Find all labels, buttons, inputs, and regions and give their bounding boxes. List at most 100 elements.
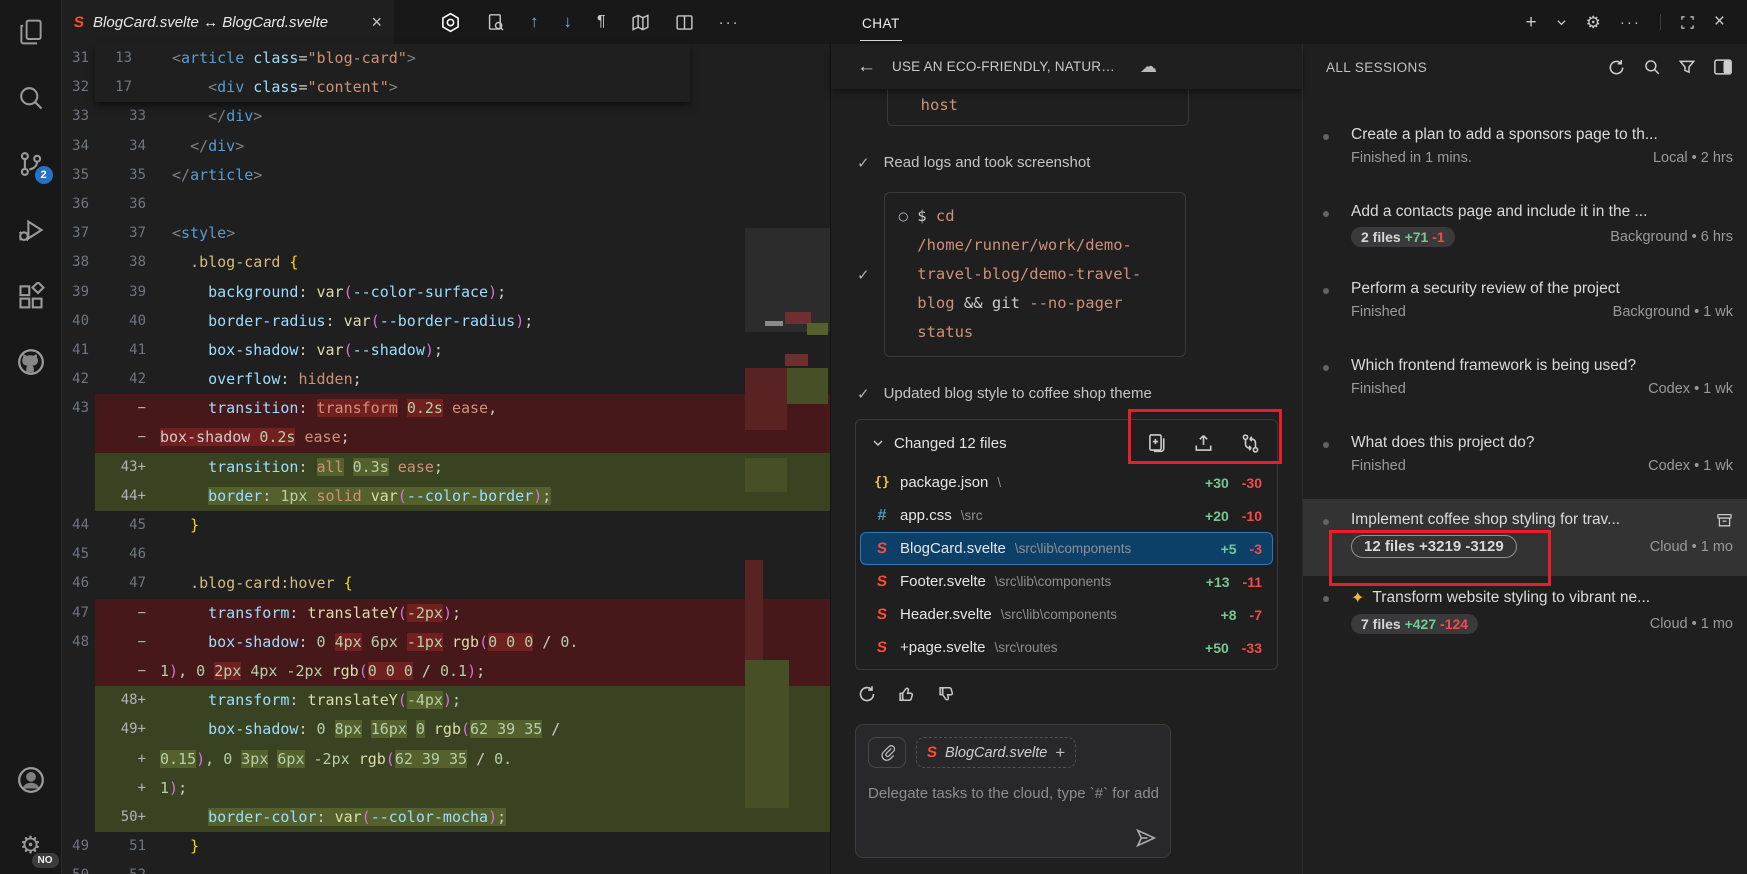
session-item[interactable]: ✦Transform website styling to vibrant ne… <box>1303 576 1747 653</box>
openai-codex-icon[interactable] <box>440 12 461 33</box>
scrollbar-handle[interactable] <box>765 321 783 326</box>
filter-icon[interactable] <box>1678 58 1696 76</box>
code-line[interactable]: 49+ box-shadow: 0 8px 16px 0 rgb(62 39 3… <box>62 715 830 744</box>
thumbs-down-icon[interactable] <box>937 684 957 704</box>
account-icon[interactable] <box>15 764 47 796</box>
chat-input-box[interactable]: S BlogCard.svelte + Delegate tasks to th… <box>855 724 1171 858</box>
code-token: var <box>344 312 371 330</box>
next-change-icon[interactable]: ↓ <box>564 12 573 32</box>
context-chip-blogcard[interactable]: S BlogCard.svelte + <box>916 737 1076 768</box>
code-token <box>326 720 335 738</box>
git-compare-icon[interactable] <box>1240 433 1261 454</box>
changed-file-row[interactable]: SHeader.svelte\src\lib\components+8-7 <box>860 598 1273 631</box>
code-line[interactable]: 50+ border-color: var(--color-mocha); <box>62 803 830 832</box>
code-line[interactable]: 48− box-shadow: 0 4px 6px -1px rgb(0 0 0… <box>62 628 830 657</box>
session-subtitle: FinishedCodex • 1 wk <box>1351 458 1733 474</box>
sticky-scroll-header[interactable]: 13<article class="blog-card">17 <div cla… <box>95 44 690 102</box>
changed-file-row[interactable]: #app.css\src+20-10 <box>860 499 1273 532</box>
code-line[interactable]: 44+ border: 1px solid var(--color-border… <box>62 482 830 511</box>
code-line[interactable]: 4647 .blog-card:hover { <box>62 569 830 598</box>
send-icon[interactable] <box>1135 827 1157 849</box>
map-icon[interactable] <box>631 13 650 32</box>
apply-changes-icon[interactable] <box>1193 433 1214 454</box>
code-line[interactable]: 3535</article> <box>62 161 830 190</box>
render-whitespace-icon[interactable]: ¶ <box>597 13 606 31</box>
back-icon[interactable]: ← <box>857 56 876 78</box>
source-control-icon[interactable]: 2 <box>15 148 47 180</box>
code-token: : <box>298 720 316 738</box>
search-sessions-icon[interactable] <box>1643 58 1661 76</box>
tab-blogcard-svelte[interactable]: S BlogCard.svelte ↔ BlogCard.svelte × <box>62 0 394 44</box>
extensions-icon[interactable] <box>15 280 47 312</box>
changed-file-row[interactable]: {}package.json\+30-30 <box>860 466 1273 499</box>
code-line[interactable]: 48+ transform: translateY(-4px); <box>62 686 830 715</box>
code-line[interactable]: 4040 border-radius: var(--border-radius)… <box>62 307 830 336</box>
code-line[interactable]: 3838 .blog-card { <box>62 248 830 277</box>
code-token: border-color <box>208 808 316 826</box>
session-title-text: Perform a security review of the project <box>1351 280 1620 298</box>
session-item[interactable]: Create a plan to add a sponsors page to … <box>1303 114 1747 191</box>
changed-file-row[interactable]: S+page.svelte\src\routes+50-33 <box>860 631 1273 664</box>
explorer-icon[interactable] <box>15 16 47 48</box>
session-item[interactable]: Which frontend framework is being used?F… <box>1303 345 1747 422</box>
code-line[interactable]: 3737<style> <box>62 219 830 248</box>
code-token: ; <box>434 341 443 359</box>
changed-file-row[interactable]: SBlogCard.svelte\src\lib\components+5-3 <box>860 532 1273 565</box>
chat-more-icon[interactable]: ··· <box>1620 14 1641 31</box>
code-line[interactable]: 47− transform: translateY(-2px); <box>62 599 830 628</box>
new-chat-dropdown-icon[interactable] <box>1556 17 1567 28</box>
code-line[interactable]: 43+ transition: all 0.3s ease; <box>62 453 830 482</box>
code-line[interactable]: 3434 </div> <box>62 132 830 161</box>
code-line[interactable]: 4546 <box>62 540 830 569</box>
chat-input-placeholder[interactable]: Delegate tasks to the cloud, type `#` fo… <box>868 785 1158 802</box>
code-line[interactable]: 3636 <box>62 190 830 219</box>
attach-button[interactable] <box>868 737 906 768</box>
code-line[interactable]: 3939 background: var(--color-surface); <box>62 278 830 307</box>
code-line[interactable]: 4141 box-shadow: var(--shadow); <box>62 336 830 365</box>
thumbs-up-icon[interactable] <box>897 684 917 704</box>
new-chat-icon[interactable]: + <box>1526 13 1537 32</box>
badge-deletions: -1 <box>1428 229 1444 245</box>
open-preview-icon[interactable] <box>486 13 505 32</box>
code-line[interactable]: +1); <box>62 774 830 803</box>
code-line[interactable]: −box-shadow 0.2s ease; <box>62 423 830 452</box>
session-item[interactable]: Add a contacts page and include it in th… <box>1303 191 1747 268</box>
tab-chat[interactable]: CHAT <box>860 4 902 41</box>
split-editor-icon[interactable] <box>675 13 694 32</box>
code-line[interactable]: 43− transition: transform 0.2s ease, <box>62 394 830 423</box>
changed-files-header[interactable]: Changed 12 files <box>856 420 1277 466</box>
retry-icon[interactable] <box>857 684 877 704</box>
code-token: > <box>253 107 262 125</box>
toggle-secondary-panel-icon[interactable] <box>1713 58 1733 76</box>
changed-files-label: Changed 12 files <box>894 435 1007 452</box>
search-icon[interactable] <box>15 82 47 114</box>
editor-more-actions-icon[interactable]: ··· <box>719 14 740 31</box>
close-panel-icon[interactable]: × <box>1714 11 1725 33</box>
previous-change-icon[interactable]: ↑ <box>530 12 539 32</box>
github-icon[interactable] <box>15 346 47 378</box>
changed-file-row[interactable]: SFooter.svelte\src\lib\components+13-11 <box>860 565 1273 598</box>
sticky-line[interactable]: 13<article class="blog-card"> <box>95 44 690 73</box>
minimap[interactable] <box>745 44 830 874</box>
session-item[interactable]: What does this project do?FinishedCodex … <box>1303 422 1747 499</box>
code-line[interactable]: −1), 0 2px 4px -2px rgb(0 0 0 / 0.1); <box>62 657 830 686</box>
tab-close-icon[interactable]: × <box>371 13 382 31</box>
code-line[interactable]: +0.15), 0 3px 6px -2px rgb(62 39 35 / 0. <box>62 745 830 774</box>
chat-settings-icon[interactable]: ⚙ <box>1586 14 1601 31</box>
archive-icon[interactable] <box>1716 512 1733 529</box>
refresh-icon[interactable] <box>1607 58 1626 77</box>
session-item[interactable]: Implement coffee shop styling for trav..… <box>1303 499 1747 576</box>
code-line[interactable]: 4445 } <box>62 511 830 540</box>
maximize-panel-icon[interactable] <box>1680 15 1695 30</box>
old-line-number: 47 <box>62 599 95 628</box>
new-file-diff-icon[interactable] <box>1146 433 1167 454</box>
code-line[interactable]: 4242 overflow: hidden; <box>62 365 830 394</box>
run-debug-icon[interactable] <box>15 214 47 246</box>
code-line[interactable]: 5052 <box>62 861 830 874</box>
code-line[interactable]: 3333 </div> <box>62 102 830 131</box>
sticky-line[interactable]: 17 <div class="content"> <box>95 73 690 102</box>
settings-gear-icon[interactable]: ⚙ NO <box>15 830 47 862</box>
session-item[interactable]: Perform a security review of the project… <box>1303 268 1747 345</box>
add-context-icon[interactable]: + <box>1055 743 1065 763</box>
code-line[interactable]: 4951 } <box>62 832 830 861</box>
